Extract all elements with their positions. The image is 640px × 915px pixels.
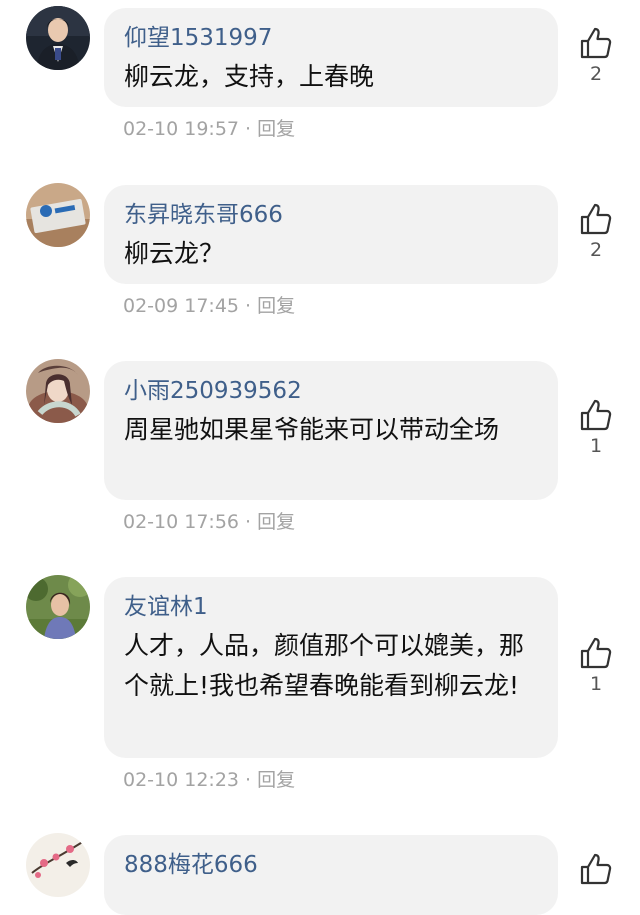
separator: · — [245, 769, 252, 791]
comment-meta: 02-10 17:56 · 回复 — [123, 510, 295, 534]
timestamp: 02-10 19:57 — [123, 118, 240, 140]
avatar[interactable] — [26, 6, 90, 70]
like-button[interactable]: 2 — [576, 202, 616, 262]
comment-bubble: 东昇晓东哥666 柳云龙？ — [104, 185, 558, 284]
comment-meta: 02-10 19:57 · 回复 — [123, 117, 295, 141]
comment-bubble: 仰望1531997 柳云龙，支持，上春晚 — [104, 8, 558, 107]
like-button[interactable]: 1 — [576, 398, 616, 458]
timestamp: 02-10 17:56 — [123, 511, 240, 533]
comment-meta: 02-09 17:45 · 回复 — [123, 294, 295, 318]
reply-button[interactable]: 回复 — [257, 769, 295, 791]
timestamp: 02-09 17:45 — [123, 295, 240, 317]
like-button[interactable]: 2 — [576, 26, 616, 86]
comment-bubble: 友谊林1 人才，人品，颜值那个可以媲美，那个就上!我也希望春晚能看到柳云龙! — [104, 577, 558, 758]
username[interactable]: 友谊林1 — [124, 591, 538, 623]
username[interactable]: 仰望1531997 — [124, 22, 538, 54]
comment-text: 周星驰如果星爷能来可以带动全场 — [124, 415, 500, 444]
thumbs-up-icon — [580, 853, 612, 885]
like-button[interactable]: 1 — [576, 636, 616, 696]
reply-button[interactable]: 回复 — [257, 295, 295, 317]
comment-bubble: 888梅花666 — [104, 835, 558, 915]
avatar[interactable] — [26, 359, 90, 423]
like-count: 1 — [589, 435, 603, 457]
reply-button[interactable]: 回复 — [257, 118, 295, 140]
thumbs-up-icon — [580, 203, 612, 235]
avatar[interactable] — [26, 575, 90, 639]
timestamp: 02-10 12:23 — [123, 769, 240, 791]
comment-text: 柳云龙？ — [124, 239, 225, 268]
thumbs-up-icon — [580, 399, 612, 431]
comment-text: 柳云龙，支持，上春晚 — [124, 62, 375, 91]
reply-button[interactable]: 回复 — [257, 511, 295, 533]
separator: · — [245, 511, 252, 533]
avatar[interactable] — [26, 833, 90, 897]
separator: · — [245, 295, 252, 317]
like-count: 2 — [589, 239, 603, 261]
like-count: 2 — [589, 63, 603, 85]
comment-meta: 02-10 12:23 · 回复 — [123, 768, 295, 792]
username[interactable]: 东昇晓东哥666 — [124, 199, 538, 231]
thumbs-up-icon — [580, 27, 612, 59]
username[interactable]: 小雨250939562 — [124, 375, 538, 407]
comment-bubble: 小雨250939562 周星驰如果星爷能来可以带动全场 — [104, 361, 558, 500]
separator: · — [245, 118, 252, 140]
avatar[interactable] — [26, 183, 90, 247]
comment-text: 人才，人品，颜值那个可以媲美，那个就上!我也希望春晚能看到柳云龙! — [124, 631, 525, 700]
like-button[interactable] — [576, 852, 616, 886]
username[interactable]: 888梅花666 — [124, 849, 538, 881]
thumbs-up-icon — [580, 637, 612, 669]
like-count: 1 — [589, 673, 603, 695]
